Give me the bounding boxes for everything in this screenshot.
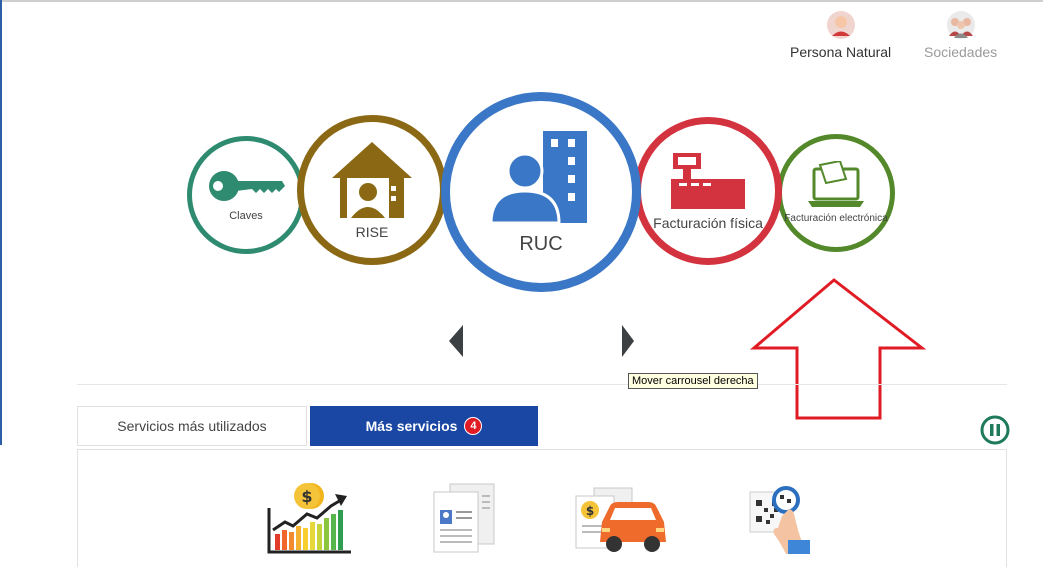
sociedades-option[interactable]: Sociedades (924, 10, 997, 60)
tab-mas-servicios[interactable]: Más servicios 4 (310, 406, 538, 446)
carousel-item-facturacion-fisica[interactable]: Facturación física (634, 117, 782, 265)
next-tooltip: Mover carrousel derecha (628, 373, 758, 389)
sociedades-label: Sociedades (924, 44, 998, 60)
person-avatar-icon (826, 11, 855, 39)
documents-icon[interactable] (432, 482, 498, 554)
chevron-left-icon[interactable] (449, 325, 465, 357)
facturacion-electronica-label: Facturación electrónica (784, 213, 888, 225)
tab-mas-servicios-label: Más servicios (365, 418, 458, 434)
up-arrow-outline-icon (750, 278, 926, 420)
carousel-item-rise[interactable]: RISE (297, 115, 447, 265)
carousel-item-ruc[interactable]: RUC (441, 92, 641, 292)
window-top-edge (0, 0, 1043, 2)
svg-text:$: $ (586, 504, 594, 518)
persona-natural-option[interactable]: Persona Natural (790, 10, 891, 60)
group-avatar-icon (946, 11, 975, 39)
window-left-edge (0, 0, 2, 445)
house-person-icon (332, 141, 412, 218)
cash-register-icon (671, 152, 745, 209)
ruc-label: RUC (519, 232, 563, 255)
mas-servicios-badge: 4 (464, 417, 483, 435)
carousel-item-claves[interactable]: Claves (187, 136, 305, 254)
person-building-icon (489, 130, 587, 224)
chevron-right-icon[interactable] (620, 325, 636, 357)
carousel-item-facturacion-electronica[interactable]: Facturación electrónica (777, 134, 895, 252)
qr-scan-icon[interactable] (746, 486, 816, 556)
key-icon (209, 170, 285, 201)
services-panel: $ $ (77, 449, 1007, 567)
svg-text:$: $ (301, 487, 312, 506)
laptop-invoice-icon (808, 161, 864, 208)
pause-icon[interactable] (980, 415, 1010, 445)
tab-servicios-mas-utilizados-label: Servicios más utilizados (117, 418, 267, 434)
growth-chart-icon[interactable]: $ (267, 482, 353, 554)
facturacion-fisica-label: Facturación física (653, 214, 763, 231)
rise-label: RISE (355, 223, 389, 240)
persona-natural-label: Persona Natural (790, 44, 892, 60)
car-tax-icon[interactable]: $ (572, 486, 668, 556)
section-divider (77, 384, 1007, 385)
tab-servicios-mas-utilizados[interactable]: Servicios más utilizados (77, 406, 307, 446)
claves-label: Claves (229, 209, 263, 222)
